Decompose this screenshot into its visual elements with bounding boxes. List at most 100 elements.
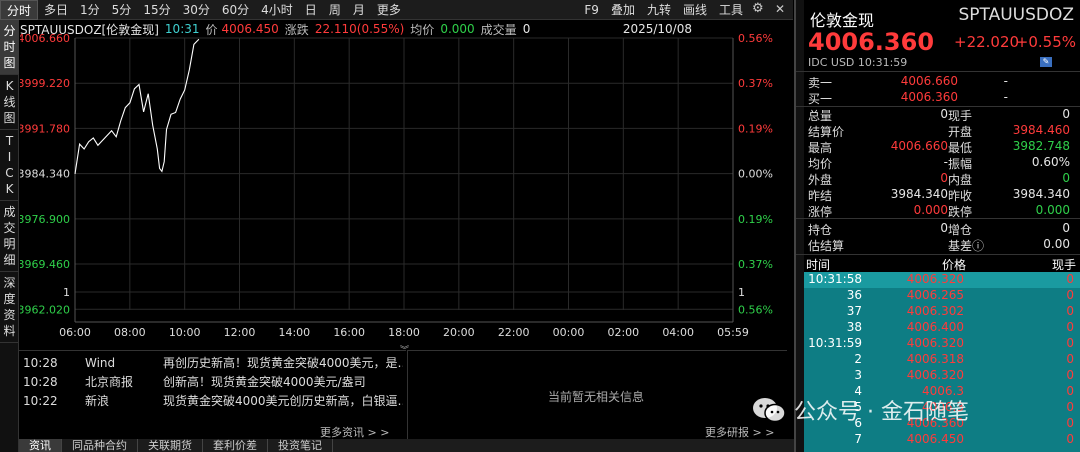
divider (796, 218, 1080, 219)
watermark: 公众号 · 金石随笔 (752, 392, 1052, 428)
quote-row: 涨停 0.000 跌停 0.000 (808, 203, 1078, 219)
y-tick-pct-label: 0.19% (738, 213, 773, 226)
trade-time: 10:31:58 (808, 272, 862, 286)
bid-price: 4006.360 (900, 90, 958, 104)
toolbar-tool[interactable]: 九转 (641, 0, 677, 20)
period-tab[interactable]: 多日 (38, 0, 74, 20)
y-tick-label: 3991.780 (20, 122, 70, 135)
period-tab[interactable]: 5分 (106, 0, 138, 20)
wechat-icon (752, 396, 786, 424)
ask-price: 4006.660 (900, 74, 958, 88)
x-tick-label: 16:00 (333, 326, 365, 339)
quote-value: 0 (940, 221, 948, 235)
y-tick-pct-label: 0.19% (738, 122, 773, 135)
quote-label: 总量 (808, 109, 833, 123)
side-tab[interactable]: 深 度 资 料 (0, 272, 19, 343)
trade-time: 3 (854, 368, 862, 382)
price-change: +22.020 (954, 33, 1020, 51)
period-tab[interactable]: 30分 (177, 0, 216, 20)
trade-volume: 0 (1066, 352, 1074, 366)
trade-row: 37 4006.302 0 (804, 304, 1080, 320)
trade-volume: 0 (1066, 400, 1074, 414)
news-item[interactable]: 10:28 北京商报 创新高！现货黄金突破4000美元/盎司 (19, 372, 406, 391)
news-item[interactable]: 10:22 新浪 现货黄金突破4000美元创历史新高，白银逼… (19, 391, 406, 410)
divider (796, 254, 1080, 255)
x-tick-label: 05:59 (717, 326, 749, 339)
trade-volume: 0 (1066, 320, 1074, 334)
period-tab[interactable]: 15分 (137, 0, 176, 20)
settings-icon[interactable]: ⚙ (752, 1, 764, 16)
news-source: 新浪 (85, 394, 110, 408)
toolbar-tool[interactable]: 工具 (713, 0, 749, 20)
side-tab[interactable]: K 线 图 (0, 75, 19, 130)
quote-label: 昨收 (948, 189, 973, 203)
bottom-tab[interactable]: 关联期货 (138, 439, 203, 452)
side-tab[interactable]: 成 交 明 细 (0, 201, 19, 272)
y-tick-pct-label: 0.37% (738, 258, 773, 271)
period-tab[interactable]: 4小时 (255, 0, 299, 20)
side-tab[interactable]: T I C K (0, 130, 19, 201)
close-icon[interactable]: ✕ (775, 2, 785, 16)
period-tab[interactable]: 月 (347, 0, 371, 20)
instrument-code-large: SPTAUUSDOZ (958, 5, 1074, 25)
quote-row: 昨结 3984.340 昨收 3984.340 (808, 187, 1078, 203)
period-tab[interactable]: 分时 (0, 0, 39, 20)
last-price: 4006.360 (808, 28, 935, 56)
trade-row: 10:31:59 4006.320 0 (804, 336, 1080, 352)
x-tick-label: 20:00 (443, 326, 475, 339)
quote-value: 3984.460 (1012, 123, 1070, 137)
quote-label: 振幅 (948, 157, 973, 171)
trade-row: 3 4006.320 0 (804, 368, 1080, 384)
trade-row: 7 4006.450 0 (804, 432, 1080, 448)
quote-label: 内盘 (948, 173, 973, 187)
trade-price: 4006.320 (906, 336, 964, 350)
toolbar-tool[interactable]: 画线 (677, 0, 713, 20)
quote-label: 均价 (808, 157, 833, 171)
trade-price: 4006.320 (906, 272, 964, 286)
bottom-tab[interactable]: 资讯 (19, 439, 62, 452)
period-tab[interactable]: 周 (323, 0, 347, 20)
trades-header: 时间 价格 现手 (796, 256, 1080, 272)
edit-icon[interactable]: ✎ (1040, 57, 1052, 67)
quote-value: 0 (1062, 221, 1070, 235)
toolbar-tool[interactable]: 叠加 (605, 0, 641, 20)
quote-value: 4006.660 (890, 139, 948, 153)
quote-label: 结算价 (808, 125, 845, 139)
bottom-tab[interactable]: 投资笔记 (268, 439, 333, 452)
trade-row: 2 4006.318 0 (804, 352, 1080, 368)
price-line (74, 38, 200, 174)
quote-row: 均价 - 振幅 0.60% (808, 155, 1078, 171)
toolbar-tool[interactable]: F9 (578, 0, 605, 20)
more-news-link[interactable]: 更多资讯 > > (320, 424, 389, 440)
quote-label: 基差ⓘ (948, 239, 985, 253)
news-item[interactable]: 10:28 Wind 再创历史新高！现货黄金突破4000美元，是… (19, 353, 406, 372)
trade-price: 4006.400 (906, 320, 964, 334)
y-tick-pct-label: 0.56% (738, 32, 773, 45)
bottom-tab[interactable]: 同品种合约 (62, 439, 138, 452)
news-time: 10:28 (23, 374, 58, 389)
trade-time: 10:31:59 (808, 336, 862, 350)
x-tick-label: 14:00 (278, 326, 310, 339)
trades-col-volume: 现手 (1051, 258, 1076, 272)
y-tick-label: 3969.460 (20, 258, 70, 271)
quote-row: 总量 0 现手 0 (808, 107, 1078, 123)
trades-col-time: 时间 (806, 258, 831, 272)
period-tab[interactable]: 更多 (371, 0, 407, 20)
trade-volume: 0 (1066, 416, 1074, 430)
quote-value: 0.000 (913, 203, 948, 217)
period-tabs: 分时 多日 1分 5分 15分 30分 60分 4小时日周月更多 (0, 0, 407, 20)
intraday-chart[interactable]: 4006.660 0.56% 3999.220 0.37% 3991.780 0.19% 3… (20, 20, 780, 345)
ask-row: 卖一 4006.660 - (808, 74, 1078, 90)
period-tab[interactable]: 1分 (74, 0, 106, 20)
period-tab[interactable]: 日 (299, 0, 323, 20)
side-tab[interactable]: 分 时 图 (0, 20, 19, 75)
trade-price: 4006.450 (906, 432, 964, 446)
bottom-tab[interactable]: 套利价差 (203, 439, 268, 452)
period-tab[interactable]: 60分 (216, 0, 255, 20)
x-tick-label: 22:00 (498, 326, 530, 339)
trade-volume: 0 (1066, 336, 1074, 350)
quote-value: 0.000 (1035, 203, 1070, 217)
news-headline: 再创历史新高！现货黄金突破4000美元，是… (163, 356, 403, 370)
ask-volume: - (1003, 74, 1008, 88)
news-headline: 现货黄金突破4000美元创历史新高，白银逼… (163, 394, 403, 408)
